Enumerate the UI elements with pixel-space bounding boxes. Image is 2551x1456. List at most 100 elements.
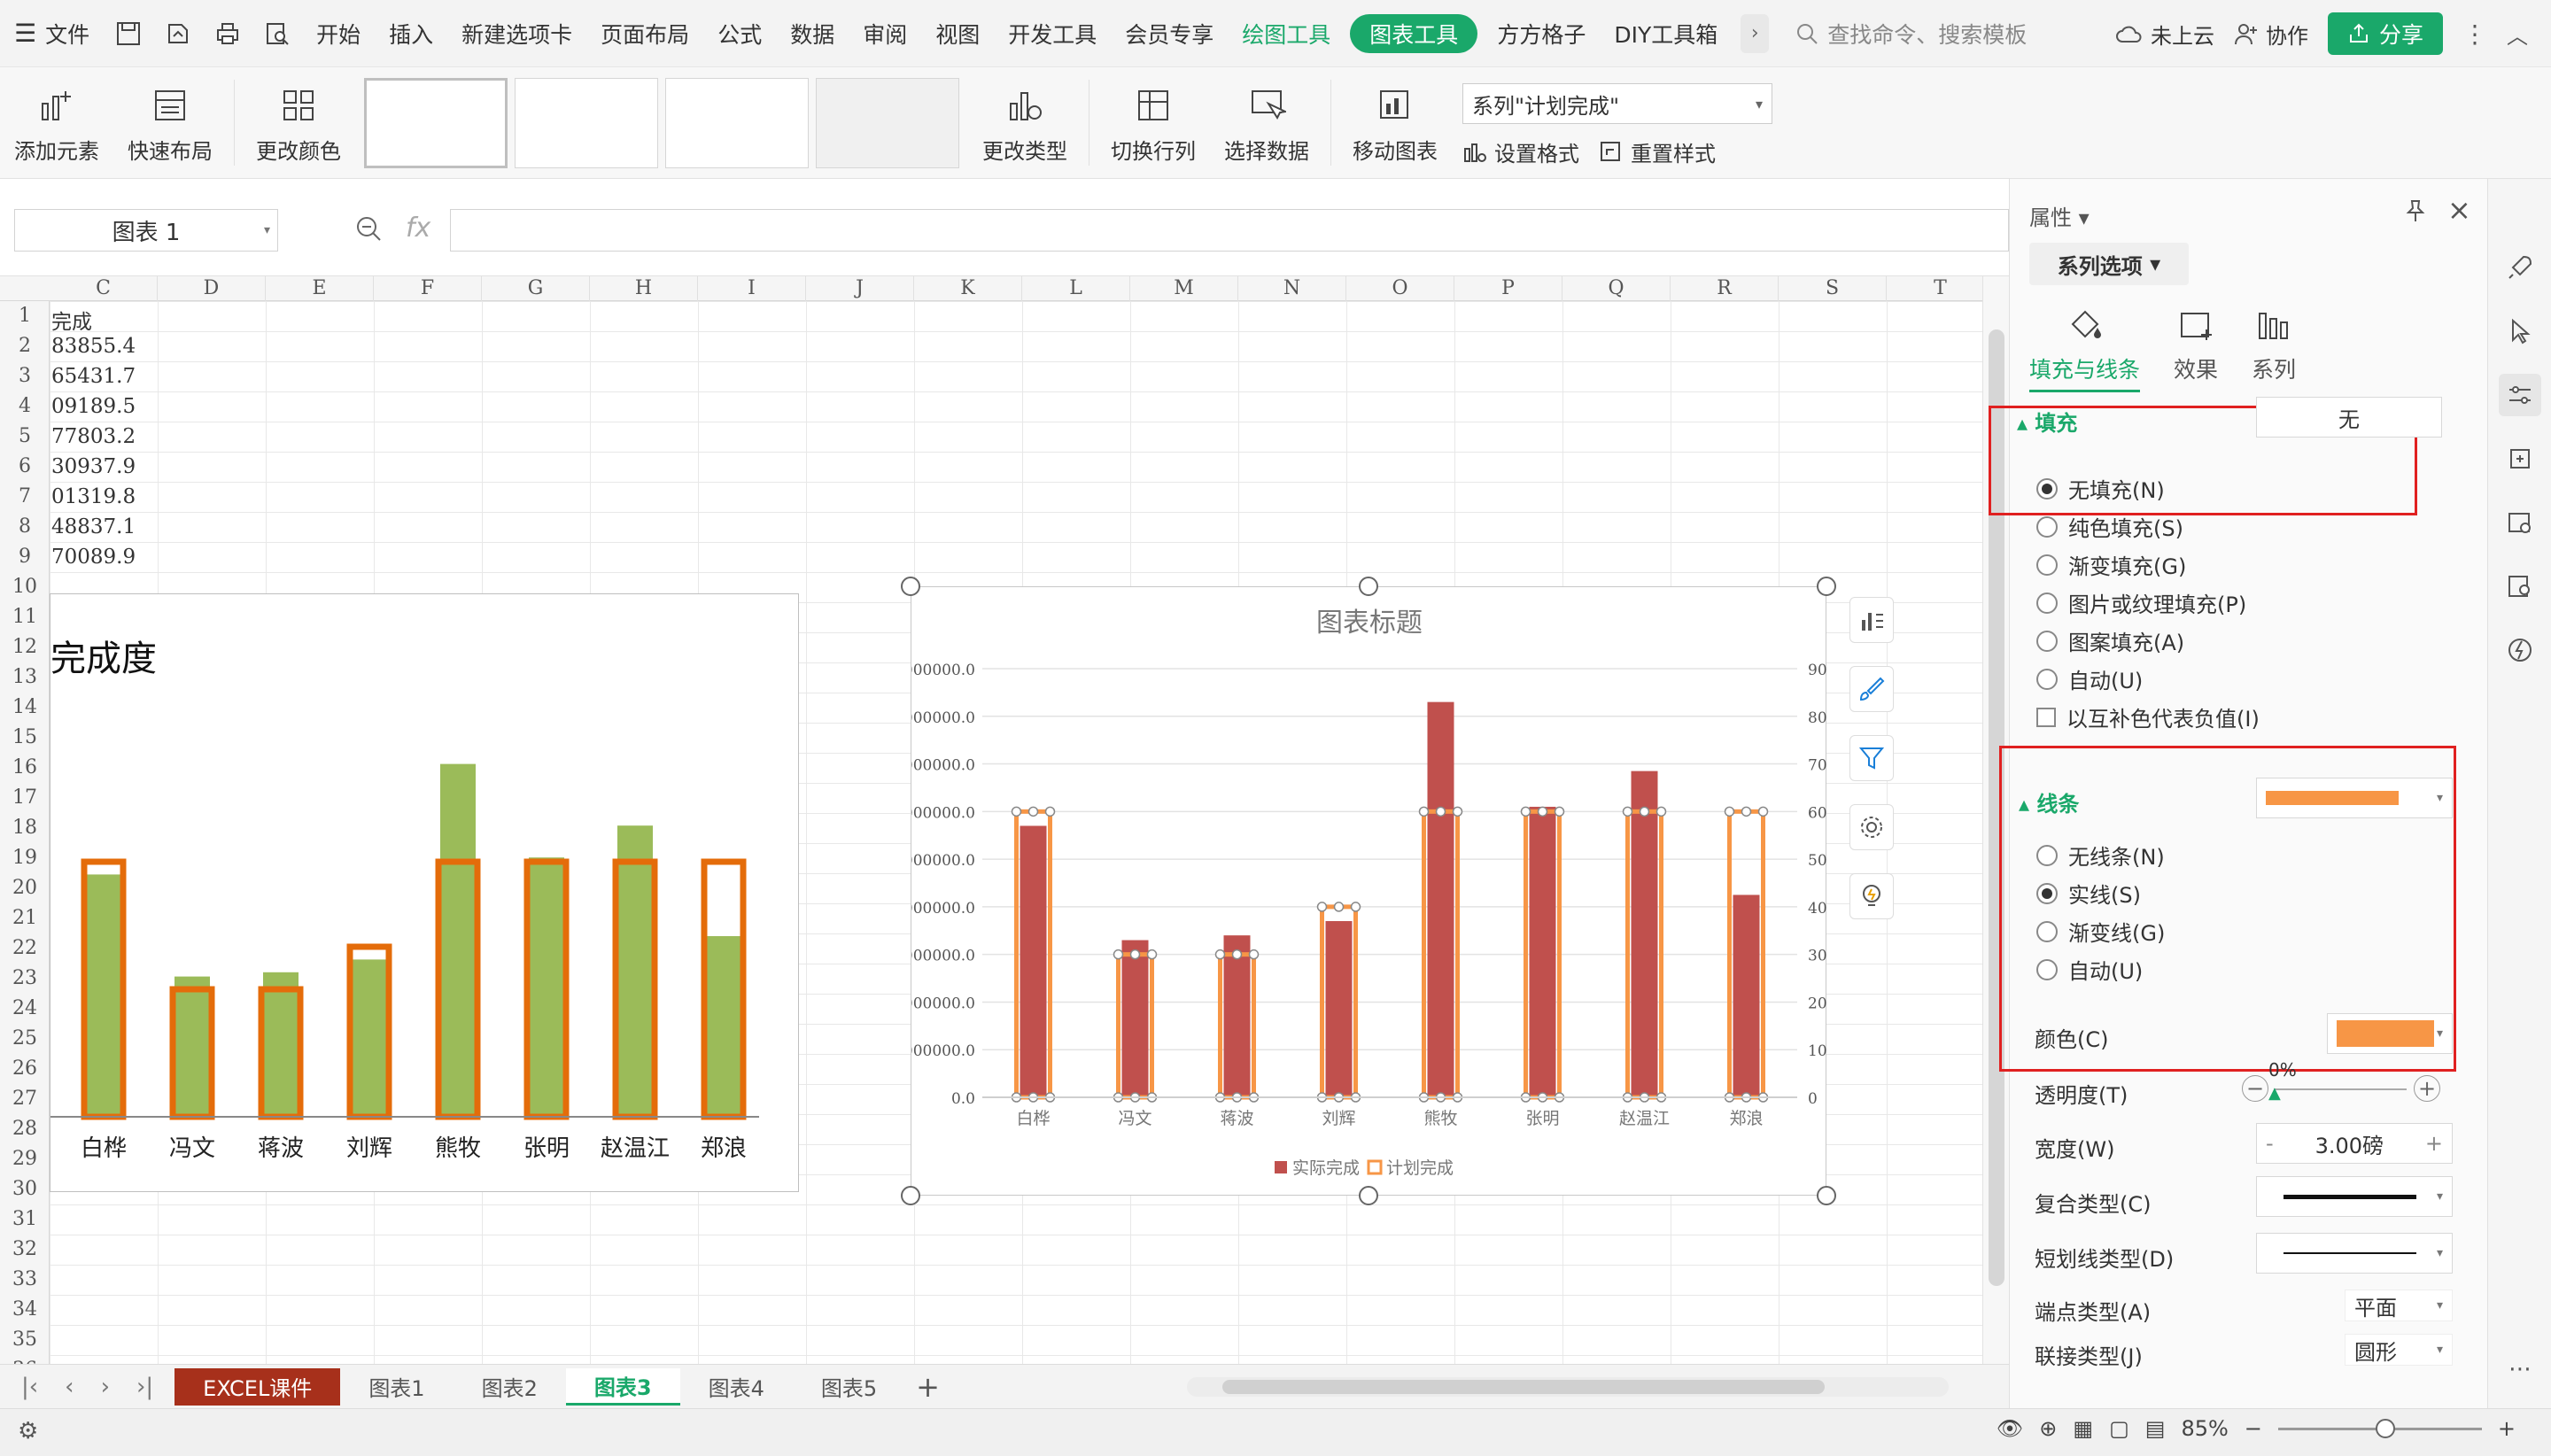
horizontal-scroll-thumb[interactable] — [1222, 1380, 1825, 1394]
backup-icon[interactable] — [2499, 438, 2541, 480]
series-select-handle[interactable] — [1044, 806, 1056, 817]
join-type-select[interactable]: 圆形 ▾ — [2345, 1334, 2453, 1366]
row-header-8[interactable]: 8 — [0, 512, 50, 542]
row-header-12[interactable]: 12 — [0, 632, 50, 662]
resize-handle-bl[interactable] — [901, 1186, 920, 1205]
column-header-j[interactable]: J — [806, 276, 914, 301]
column-header-i[interactable]: I — [698, 276, 806, 301]
series-select-handle[interactable] — [1316, 902, 1328, 912]
fill-auto-option[interactable]: 自动(U) — [2036, 663, 2143, 694]
row-header-13[interactable]: 13 — [0, 662, 50, 693]
row-header-28[interactable]: 28 — [0, 1114, 50, 1144]
left-bar-actual[interactable] — [617, 825, 653, 1117]
left-bar-actual[interactable] — [706, 936, 741, 1117]
column-header-f[interactable]: F — [374, 276, 482, 301]
page-layout-view-icon[interactable]: ▢ — [2109, 1416, 2129, 1441]
row-header-21[interactable]: 21 — [0, 903, 50, 933]
settings-icon[interactable] — [1849, 804, 1894, 850]
close-icon[interactable]: × — [2447, 193, 2471, 227]
move-chart-button[interactable]: 移动图表 — [1338, 67, 1452, 178]
row-header-16[interactable]: 16 — [0, 753, 50, 783]
cell-c4[interactable]: 09189.5 — [51, 395, 136, 418]
more-icon[interactable]: ⋯ — [2499, 1348, 2541, 1390]
share-button[interactable]: 分享 — [2327, 12, 2443, 55]
file-menu[interactable]: ☰ 文件 — [0, 0, 104, 67]
series-select-handle[interactable] — [1011, 806, 1022, 817]
increment-icon[interactable]: + — [2425, 1131, 2443, 1156]
row-header-24[interactable]: 24 — [0, 994, 50, 1024]
normal-view-icon[interactable]: ▦ — [2073, 1416, 2093, 1441]
line-gradient-option[interactable]: 渐变线(G) — [2036, 916, 2165, 947]
bar-actual[interactable] — [1733, 895, 1760, 1097]
column-header-c[interactable]: C — [50, 276, 158, 301]
series-select-handle[interactable] — [1655, 806, 1667, 817]
column-header-k[interactable]: K — [914, 276, 1022, 301]
cell-c6[interactable]: 30937.9 — [51, 455, 136, 478]
tab-fill-line[interactable]: 填充与线条 — [2029, 305, 2141, 392]
zoom-slider[interactable] — [2277, 1418, 2482, 1438]
row-header-31[interactable]: 31 — [0, 1204, 50, 1235]
switch-rowcol-button[interactable]: 切换行列 — [1097, 67, 1210, 178]
next-sheet-icon[interactable]: › — [101, 1374, 110, 1400]
column-header-d[interactable]: D — [158, 276, 266, 301]
row-header-17[interactable]: 17 — [0, 783, 50, 813]
first-sheet-icon[interactable]: |‹ — [21, 1374, 38, 1400]
row-header-6[interactable]: 6 — [0, 452, 50, 482]
fill-type-select[interactable]: 无 — [2256, 397, 2442, 438]
chart-title[interactable]: 图表标题 — [1316, 608, 1423, 639]
export-icon[interactable] — [162, 18, 194, 50]
line-solid-option[interactable]: 实线(S) — [2036, 878, 2141, 909]
decrement-icon[interactable]: - — [2266, 1131, 2274, 1156]
tab-effect[interactable]: 效果 — [2174, 305, 2218, 392]
zoom-out-icon[interactable]: − — [2245, 1416, 2262, 1441]
cloud-status[interactable]: 未上云 — [2115, 19, 2214, 50]
completion-chart[interactable]: 完成度 白桦 冯文 蒋波 刘辉 熊牧 张明 赵温江 郑浪 — [50, 593, 799, 1192]
row-header-32[interactable]: 32 — [0, 1235, 50, 1265]
left-bar-actual[interactable] — [352, 959, 387, 1117]
transparency-slider[interactable] — [2274, 1088, 2407, 1090]
row-header-7[interactable]: 7 — [0, 482, 50, 512]
line-none-option[interactable]: 无线条(N) — [2036, 840, 2165, 871]
series-select-handle[interactable] — [1741, 806, 1752, 817]
row-header-3[interactable]: 3 — [0, 361, 50, 391]
row-header-5[interactable]: 5 — [0, 422, 50, 452]
line-auto-option[interactable]: 自动(U) — [2036, 954, 2143, 985]
color-picker[interactable]: ▾ — [2327, 1013, 2453, 1054]
bar-actual[interactable] — [1631, 771, 1658, 1097]
fill-solid-option[interactable]: 纯色填充(S) — [2036, 511, 2183, 542]
line-section-header[interactable]: ▴ 线条 — [2019, 786, 2079, 817]
tab-series[interactable]: 系列 — [2252, 305, 2296, 392]
cell-c8[interactable]: 48837.1 — [51, 515, 136, 538]
row-header-10[interactable]: 10 — [0, 572, 50, 602]
menu-fangfang[interactable]: 方方格子 — [1483, 0, 1600, 67]
more-tabs-button[interactable]: › — [1741, 13, 1770, 53]
fill-picture-option[interactable]: 图片或纹理填充(P) — [2036, 587, 2246, 618]
preview-icon[interactable] — [261, 18, 293, 50]
resize-handle-tl[interactable] — [901, 577, 920, 596]
formula-input[interactable] — [450, 209, 2009, 252]
resize-handle-br[interactable] — [1817, 1186, 1836, 1205]
column-header-p[interactable]: P — [1454, 276, 1562, 301]
menu-page-layout[interactable]: 页面布局 — [586, 0, 703, 67]
add-sheet-icon[interactable]: + — [916, 1370, 940, 1404]
left-bar-actual[interactable] — [263, 972, 299, 1117]
collab-button[interactable]: 协作 — [2234, 19, 2308, 50]
column-header-m[interactable]: M — [1130, 276, 1238, 301]
left-bar-actual[interactable] — [440, 763, 476, 1117]
column-header-r[interactable]: R — [1671, 276, 1779, 301]
row-header-18[interactable]: 18 — [0, 813, 50, 843]
menu-chart-tools[interactable]: 图表工具 — [1350, 13, 1478, 53]
series-select-handle[interactable] — [1622, 806, 1633, 817]
row-header-14[interactable]: 14 — [0, 693, 50, 723]
target-actual-chart[interactable]: 图表标题 0.0 0 1000000.0 1000000 2000000.0 2000000… — [894, 586, 1875, 1196]
tab-chart5[interactable]: 图表5 — [793, 1368, 905, 1406]
reset-style-button[interactable]: 重置样式 — [1599, 136, 1716, 167]
series-select-handle[interactable] — [1757, 806, 1769, 817]
series-select-handle[interactable] — [1724, 806, 1735, 817]
bar-actual[interactable] — [1529, 806, 1556, 1097]
bar-actual[interactable] — [1121, 940, 1149, 1097]
tab-chart1[interactable]: 图表1 — [340, 1368, 453, 1406]
bar-actual[interactable] — [1223, 935, 1251, 1097]
name-box[interactable]: 图表 1 ▾ — [14, 209, 278, 252]
invert-negative-option[interactable]: 以互补色代表负值(I) — [2036, 701, 2260, 732]
